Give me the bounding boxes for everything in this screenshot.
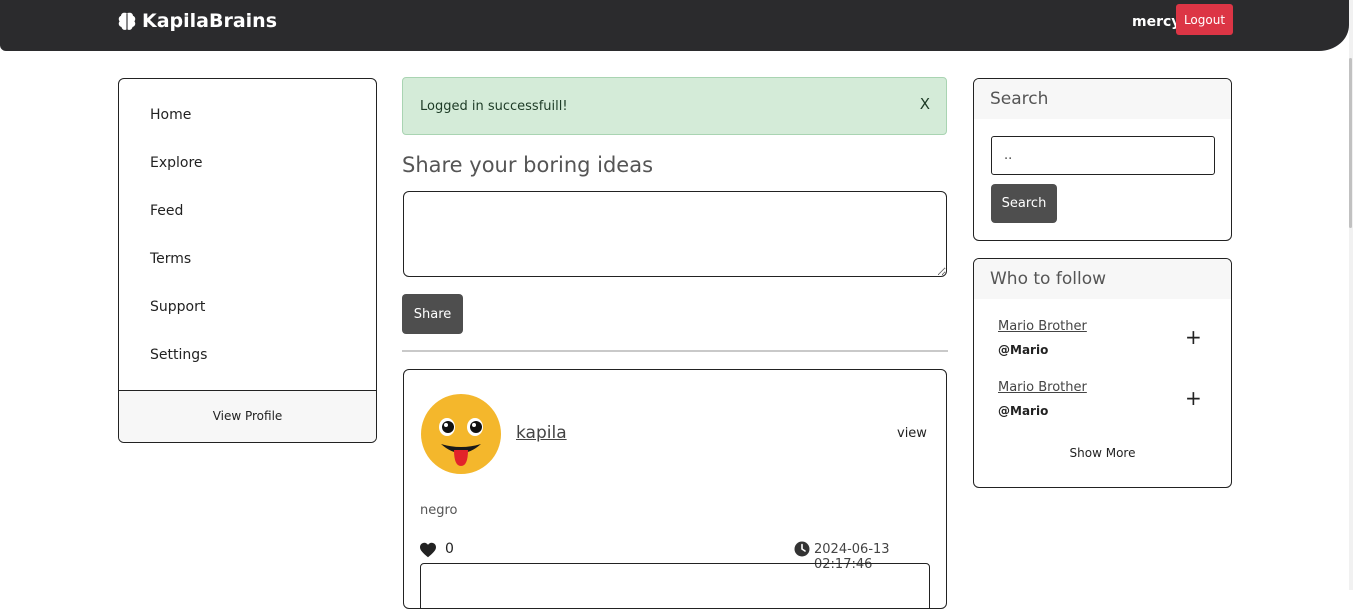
who-to-follow-card: Who to follow Mario Brother @Mario + Mar… [973,258,1232,488]
follow-user-handle: @Mario [998,343,1049,357]
share-button[interactable]: Share [402,294,463,334]
comment-input[interactable] [420,563,930,608]
post-view-link[interactable]: view [897,426,927,441]
current-username[interactable]: mercy [1132,14,1180,30]
post-card: kapila view negro 0 2024-06-13 02:17:46 [403,369,947,609]
post-author-link[interactable]: kapila [516,423,567,443]
brand-link[interactable]: KapilaBrains [116,9,277,33]
feed-divider [402,350,948,352]
search-button[interactable]: Search [991,184,1057,223]
top-navbar: KapilaBrains mercy Logout [0,0,1349,51]
show-more-link[interactable]: Show More [974,446,1231,460]
sidebar-item-explore[interactable]: Explore [150,155,203,171]
follow-add-button[interactable]: + [1185,386,1202,410]
follow-user-name[interactable]: Mario Brother [998,380,1087,395]
clock-icon [794,541,810,557]
alert-close-button[interactable]: X [920,95,930,113]
search-input[interactable] [991,136,1215,175]
sidebar-item-settings[interactable]: Settings [150,347,207,363]
brain-icon [118,12,136,30]
success-alert: Logged in successfuill! X [402,77,947,135]
sidebar-item-home[interactable]: Home [150,107,191,123]
sidebar-nav-card: Home Explore Feed Terms Support Settings… [118,78,377,443]
search-card: Search Search [973,78,1232,241]
like-count: 0 [445,541,454,557]
brand-name: KapilaBrains [142,10,278,32]
page-scrollbar[interactable] [1349,0,1353,590]
idea-textarea[interactable] [403,191,947,277]
composer-title: Share your boring ideas [402,153,654,177]
logout-button[interactable]: Logout [1176,4,1233,35]
search-header: Search [974,79,1231,119]
sidebar-item-support[interactable]: Support [150,299,205,315]
heart-icon[interactable] [419,542,437,558]
scrollbar-thumb[interactable] [1349,58,1352,228]
alert-message: Logged in successfuill! [420,99,568,114]
view-profile-link[interactable]: View Profile [119,390,376,442]
follow-header: Who to follow [974,259,1231,299]
follow-user-handle: @Mario [998,404,1049,418]
avatar[interactable] [421,394,501,474]
sidebar-item-terms[interactable]: Terms [150,251,191,267]
follow-user-name[interactable]: Mario Brother [998,319,1087,334]
follow-add-button[interactable]: + [1185,325,1202,349]
post-content: negro [420,503,458,518]
sidebar-item-feed[interactable]: Feed [150,203,183,219]
